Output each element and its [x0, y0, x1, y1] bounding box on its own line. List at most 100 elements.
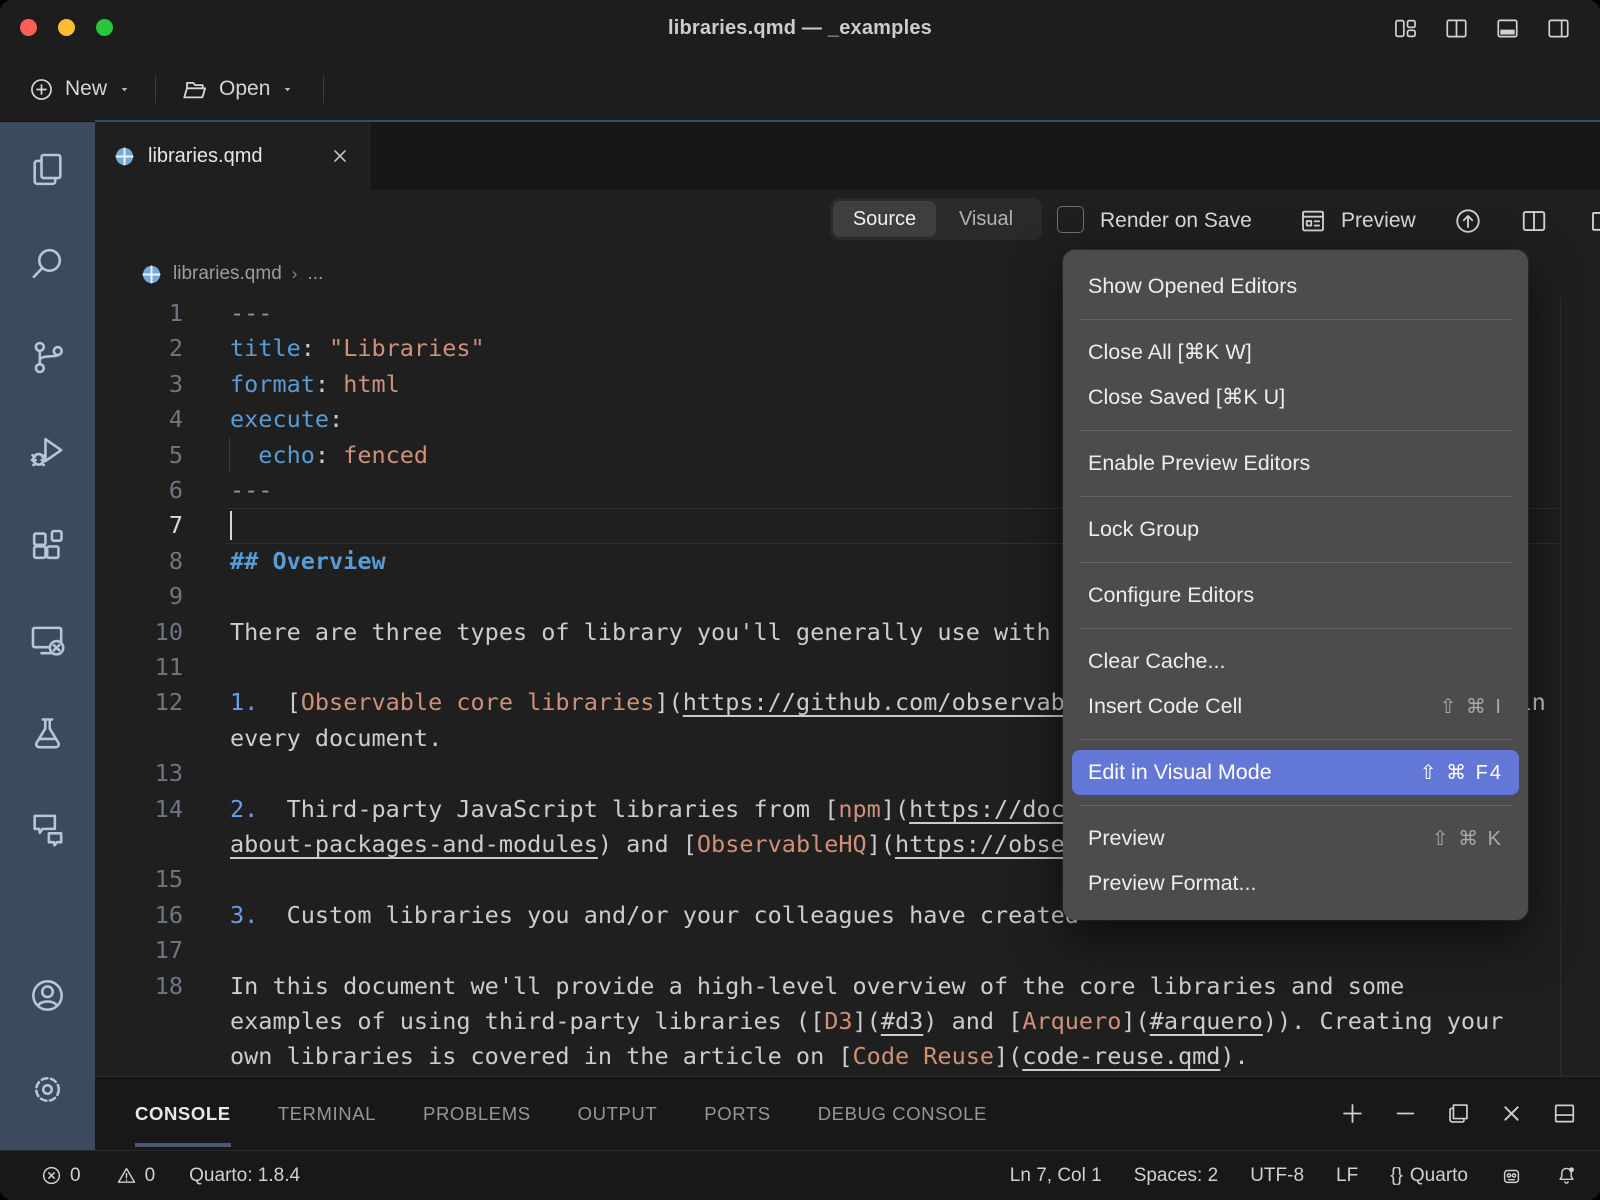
menu-item-enable-preview-editors[interactable]: Enable Preview Editors — [1072, 441, 1519, 486]
sidebar-item-search[interactable] — [0, 216, 95, 310]
line-number: 9 — [95, 579, 183, 614]
indentation[interactable]: Spaces: 2 — [1134, 1165, 1219, 1187]
render-on-save-checkbox[interactable] — [1057, 206, 1084, 233]
menu-item-close-all-k-w[interactable]: Close All [⌘K W] — [1072, 330, 1519, 375]
toolbar-divider — [323, 75, 324, 103]
minimize-panel-button[interactable] — [1392, 1100, 1419, 1127]
breadcrumb-separator: › — [292, 264, 298, 284]
menu-item-close-saved-k-u[interactable]: Close Saved [⌘K U] — [1072, 375, 1519, 420]
activity-bar — [0, 122, 95, 1150]
toggle-panel-icon[interactable] — [1494, 15, 1521, 42]
activity-bar-top — [0, 122, 95, 874]
menu-item-insert-code-cell[interactable]: Insert Code Cell⇧ ⌘ I — [1072, 684, 1519, 729]
menu-item-configure-editors[interactable]: Configure Editors — [1072, 573, 1519, 618]
end-of-line[interactable]: LF — [1336, 1165, 1358, 1187]
split-editor-icon[interactable] — [1443, 15, 1470, 42]
menu-item-preview[interactable]: Preview⇧ ⌘ K — [1072, 816, 1519, 861]
breadcrumb-more[interactable]: ... — [307, 263, 323, 285]
editor-scrollbar-edge — [1560, 296, 1561, 1076]
menu-shortcut: ⇧ ⌘ K — [1432, 826, 1503, 851]
code-line[interactable]: examples of using third-party libraries … — [95, 1004, 1600, 1039]
restore-panel-button[interactable] — [1445, 1100, 1472, 1127]
panel-tab-ports[interactable]: PORTS — [704, 1077, 770, 1150]
sidebar-item-settings[interactable] — [0, 1042, 95, 1136]
warning-icon — [115, 1164, 138, 1187]
sidebar-item-testing[interactable] — [0, 686, 95, 780]
quarto-version[interactable]: Quarto: 1.8.4 — [189, 1165, 300, 1187]
titlebar: libraries.qmd — _examples — [0, 0, 1600, 57]
line-number — [95, 827, 183, 862]
code-text: title: "Libraries" — [230, 331, 485, 366]
braces-icon: {} — [1390, 1165, 1403, 1187]
render-button[interactable] — [1453, 206, 1483, 236]
sidebar-item-extensions[interactable] — [0, 498, 95, 592]
menu-item-preview-format[interactable]: Preview Format... — [1072, 861, 1519, 906]
toggle-secondary-sidebar-icon[interactable] — [1545, 15, 1572, 42]
line-number: 10 — [95, 615, 183, 650]
sidebar-item-comments[interactable] — [0, 780, 95, 874]
panel-tab-problems[interactable]: PROBLEMS — [423, 1077, 531, 1150]
robot-icon — [1500, 1164, 1523, 1187]
sidebar-item-run-debug[interactable] — [0, 404, 95, 498]
preview-icon[interactable] — [1298, 206, 1328, 236]
tab-strip: libraries.qmd — [95, 122, 1600, 190]
code-text: format: html — [230, 367, 400, 402]
sidebar-item-account[interactable] — [0, 948, 95, 1042]
language-mode[interactable]: {} Quarto — [1390, 1165, 1468, 1187]
line-number: 8 — [95, 544, 183, 579]
layout-customize-icon[interactable] — [1392, 15, 1419, 42]
account-icon — [27, 975, 68, 1016]
toggle-panel-layout-button[interactable] — [1551, 1100, 1578, 1127]
new-button[interactable]: New — [28, 57, 132, 121]
cursor-position[interactable]: Ln 7, Col 1 — [1010, 1165, 1102, 1187]
menu-item-show-opened-editors[interactable]: Show Opened Editors — [1072, 264, 1519, 309]
status-left: 0 0 Quarto: 1.8.4 — [40, 1164, 334, 1187]
search-icon — [27, 243, 68, 284]
split-editor-button[interactable] — [1519, 206, 1549, 236]
testing-icon — [27, 713, 68, 754]
problems-errors[interactable]: 0 — [40, 1164, 81, 1187]
code-text: --- — [230, 296, 272, 331]
code-line[interactable]: 18In this document we'll provide a high-… — [95, 969, 1600, 1004]
menu-item-clear-cache[interactable]: Clear Cache... — [1072, 639, 1519, 684]
new-panel-button[interactable] — [1339, 1100, 1366, 1127]
tab-source-mode[interactable]: Source — [833, 201, 936, 237]
menu-item-lock-group[interactable]: Lock Group — [1072, 507, 1519, 552]
sidebar-item-explorer[interactable] — [0, 122, 95, 216]
status-right: Ln 7, Col 1 Spaces: 2 UTF-8 LF {} Quarto — [978, 1164, 1578, 1187]
files-icon — [27, 149, 68, 190]
code-text: echo: fenced — [230, 438, 428, 473]
preview-label[interactable]: Preview — [1341, 190, 1416, 252]
status-label: Quarto — [1410, 1165, 1468, 1187]
activity-bar-bottom — [0, 948, 95, 1150]
sidebar-item-remote-explorer[interactable] — [0, 592, 95, 686]
encoding[interactable]: UTF-8 — [1250, 1165, 1304, 1187]
panel-tab-console[interactable]: CONSOLE — [135, 1077, 231, 1150]
open-button[interactable]: Open — [180, 57, 295, 121]
code-text: There are three types of library you'll … — [230, 615, 1121, 650]
assistant[interactable] — [1500, 1164, 1523, 1187]
menu-item-edit-in-visual-mode[interactable]: Edit in Visual Mode⇧ ⌘ F4 — [1072, 750, 1519, 795]
open-in-new-window-button[interactable] — [1587, 206, 1600, 236]
close-panel-button[interactable] — [1498, 1100, 1525, 1127]
problems-warnings[interactable]: 0 — [115, 1164, 156, 1187]
status-label: Spaces: 2 — [1134, 1165, 1219, 1187]
tab-label: libraries.qmd — [148, 145, 262, 168]
status-label: 0 — [145, 1165, 156, 1187]
panel-tab-output[interactable]: OUTPUT — [578, 1077, 658, 1150]
sidebar-item-source-control[interactable] — [0, 310, 95, 404]
code-line[interactable]: 17 — [95, 933, 1600, 968]
tab-visual-mode[interactable]: Visual — [936, 201, 1036, 237]
tab-libraries-qmd[interactable]: libraries.qmd — [95, 122, 370, 190]
status-label: Ln 7, Col 1 — [1010, 1165, 1102, 1187]
panel-tab-terminal[interactable]: TERMINAL — [278, 1077, 376, 1150]
code-line[interactable]: own libraries is covered in the article … — [95, 1039, 1600, 1074]
panel-tab-debug-console[interactable]: DEBUG CONSOLE — [818, 1077, 987, 1150]
menu-separator — [1079, 805, 1512, 806]
close-tab-icon[interactable] — [329, 145, 351, 167]
run-debug-icon — [27, 431, 68, 472]
notifications[interactable] — [1555, 1164, 1578, 1187]
code-text: execute: — [230, 402, 343, 437]
line-number: 7 — [95, 508, 183, 543]
breadcrumb-file[interactable]: libraries.qmd — [173, 263, 282, 285]
